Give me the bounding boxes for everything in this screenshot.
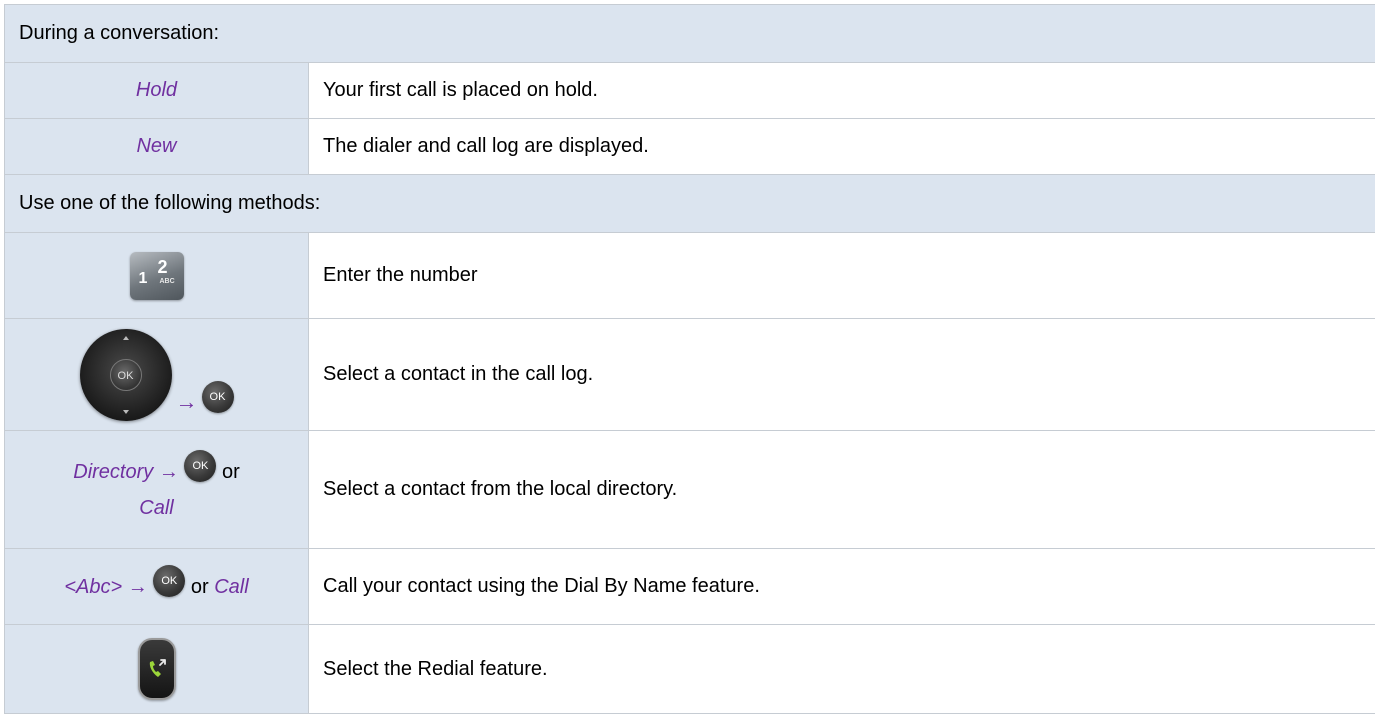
- keypad-description: Enter the number: [309, 233, 1375, 319]
- row-keypad: 1 2 ABC Enter the number: [5, 233, 1375, 319]
- or-text: or: [191, 576, 209, 598]
- or-text: or: [222, 461, 240, 483]
- nav-down-arrow-icon: [123, 410, 129, 414]
- softkey-call[interactable]: Call: [214, 576, 248, 598]
- new-description: The dialer and call log are displayed.: [309, 119, 1375, 175]
- row-navigator: OK → OK Select a contact in the call log…: [5, 319, 1375, 431]
- redial-phone-icon[interactable]: [138, 638, 176, 700]
- ok-button-icon[interactable]: OK: [202, 381, 234, 413]
- row-hold: Hold Your first call is placed on hold.: [5, 63, 1375, 119]
- softkey-hold[interactable]: Hold: [5, 63, 309, 119]
- row-directory: Directory → OK or Call Select a contact …: [5, 431, 1375, 549]
- navigator-cell: OK → OK: [5, 319, 309, 431]
- phone-handset-icon: [146, 656, 170, 682]
- navigator-ok-label: OK: [110, 359, 142, 391]
- header-row-methods: Use one of the following methods:: [5, 175, 1375, 233]
- directory-cell: Directory → OK or Call: [5, 431, 309, 549]
- row-dial-by-name: <Abc> → OK or Call Call your contact usi…: [5, 549, 1375, 625]
- instructions-table: During a conversation: Hold Your first c…: [4, 4, 1375, 714]
- hold-description: Your first call is placed on hold.: [309, 63, 1375, 119]
- arrow-icon: →: [159, 461, 179, 483]
- keypad-letters: ABC: [160, 278, 175, 285]
- dial-by-name-cell: <Abc> → OK or Call: [5, 549, 309, 625]
- directory-description: Select a contact from the local director…: [309, 431, 1375, 549]
- dial-by-name-description: Call your contact using the Dial By Name…: [309, 549, 1375, 625]
- softkey-abc[interactable]: <Abc>: [64, 576, 122, 598]
- header-row-conversation: During a conversation:: [5, 5, 1375, 63]
- nav-up-arrow-icon: [123, 336, 129, 340]
- keypad-key-1: 1: [139, 270, 148, 288]
- softkey-new[interactable]: New: [5, 119, 309, 175]
- keypad-key-2: 2: [158, 257, 168, 278]
- softkey-directory[interactable]: Directory: [73, 461, 153, 483]
- keypad-icon[interactable]: 1 2 ABC: [130, 252, 184, 300]
- row-new: New The dialer and call log are displaye…: [5, 119, 1375, 175]
- softkey-call[interactable]: Call: [139, 497, 173, 519]
- ok-button-icon[interactable]: OK: [184, 450, 216, 482]
- arrow-icon: →: [128, 576, 148, 598]
- header-methods: Use one of the following methods:: [5, 175, 1375, 233]
- arrow-icon: →: [176, 389, 198, 415]
- ok-button-icon[interactable]: OK: [153, 565, 185, 597]
- navigator-description: Select a contact in the call log.: [309, 319, 1375, 431]
- row-redial: Select the Redial feature.: [5, 625, 1375, 714]
- redial-description: Select the Redial feature.: [309, 625, 1375, 714]
- navigator-icon[interactable]: OK: [80, 329, 172, 421]
- redial-cell: [5, 625, 309, 714]
- header-conversation: During a conversation:: [5, 5, 1375, 63]
- keypad-cell: 1 2 ABC: [5, 233, 309, 319]
